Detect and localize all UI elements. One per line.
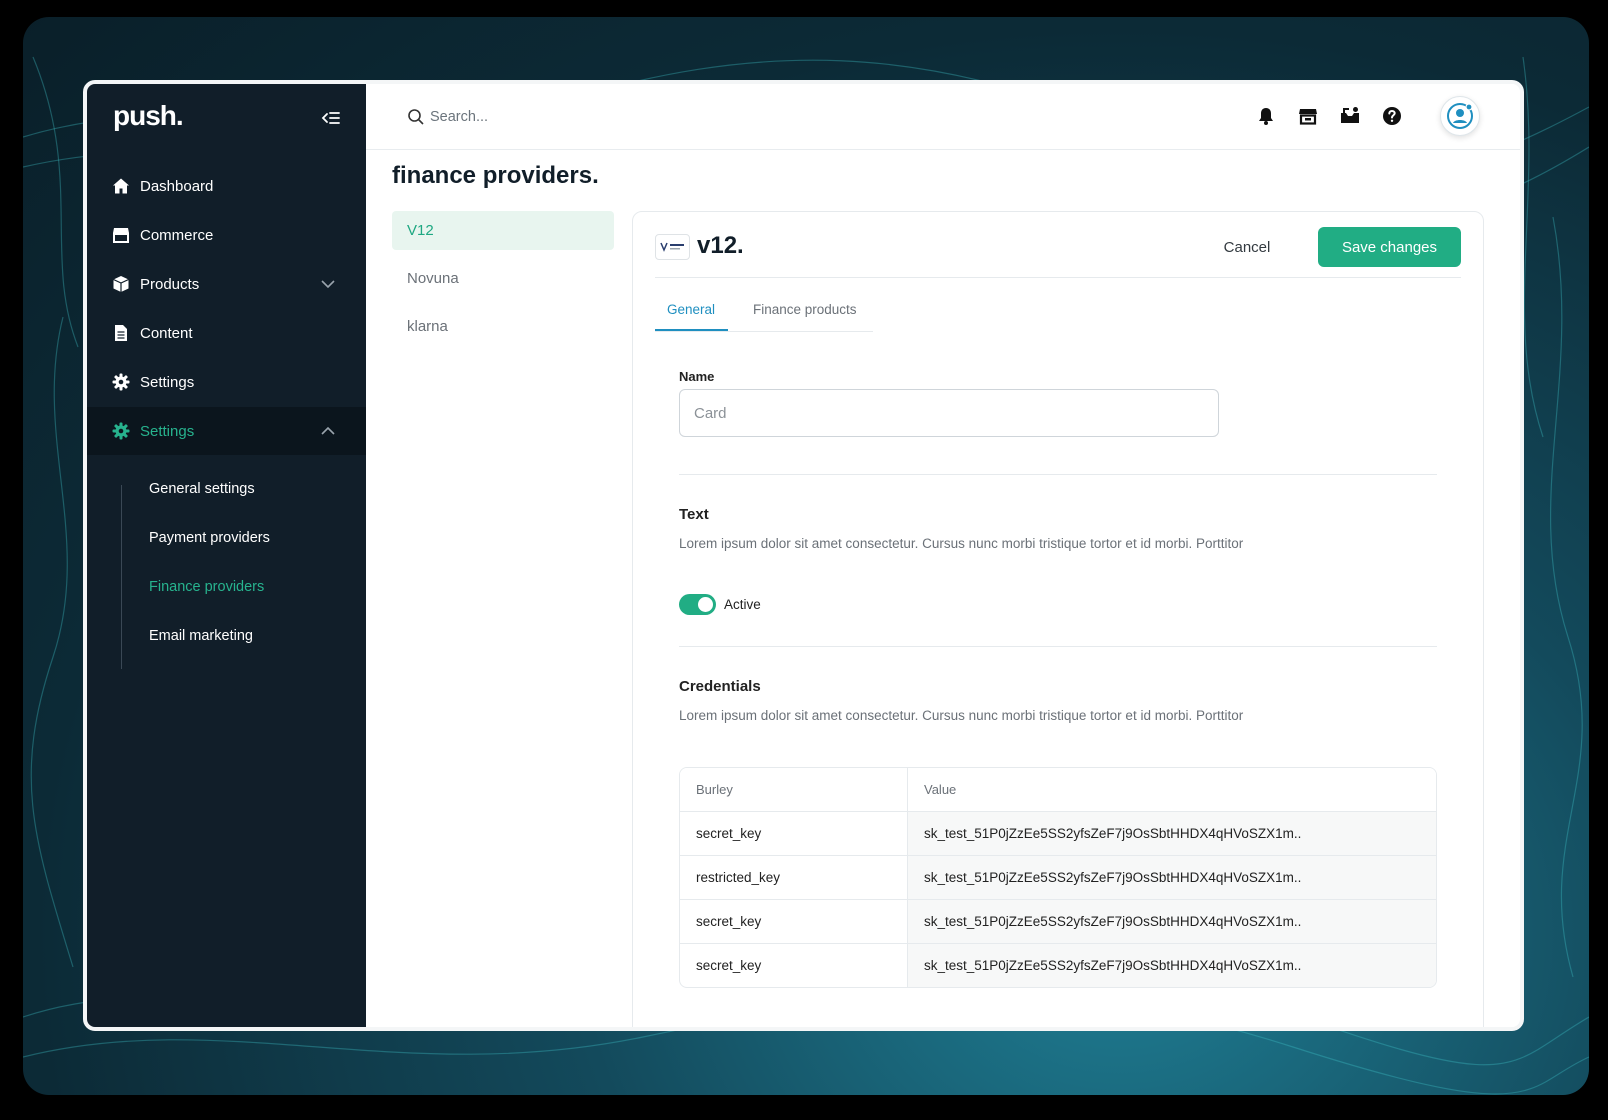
subnav-finance-providers[interactable]: Finance providers — [149, 579, 264, 595]
credentials-table: Burley Value secret_key sk_test_51P0jZzE… — [679, 767, 1437, 988]
nav-dashboard[interactable]: Dashboard — [87, 162, 366, 210]
credential-value: sk_test_51P0jZzEe5SS2yfsZeF7j9OsSbtHHDX4… — [908, 944, 1436, 987]
chevron-up-icon — [320, 423, 336, 439]
save-changes-button[interactable]: Save changes — [1318, 227, 1461, 267]
nav-label: Settings — [140, 373, 195, 391]
provider-detail-card: v12. Cancel Save changes General Finance… — [632, 211, 1484, 1027]
text-section-description: Lorem ipsum dolor sit amet consectetur. … — [679, 536, 1244, 551]
cancel-button[interactable]: Cancel — [1202, 227, 1292, 267]
active-toggle-label: Active — [724, 597, 761, 612]
name-label: Name — [679, 369, 715, 384]
header-divider — [655, 277, 1461, 278]
credential-key: secret_key — [680, 944, 908, 987]
section-divider — [679, 646, 1437, 647]
sidebar: push. Dashboard Commerce Products Conten… — [87, 84, 366, 1027]
table-row[interactable]: secret_key sk_test_51P0jZzEe5SS2yfsZeF7j… — [680, 899, 1436, 943]
nav-label: Content — [140, 324, 193, 342]
column-header-burley: Burley — [680, 768, 908, 811]
table-row[interactable]: secret_key sk_test_51P0jZzEe5SS2yfsZeF7j… — [680, 943, 1436, 987]
app-window: push. Dashboard Commerce Products Conten… — [83, 80, 1524, 1031]
gear-icon — [112, 373, 130, 391]
home-icon — [112, 177, 130, 195]
user-avatar-icon[interactable] — [1440, 96, 1480, 136]
page-title: finance providers. — [392, 162, 599, 189]
main-content: finance providers. V12 Novuna klarna v12… — [366, 84, 1520, 1027]
credential-value: sk_test_51P0jZzEe5SS2yfsZeF7j9OsSbtHHDX4… — [908, 856, 1436, 899]
nav-settings-expanded[interactable]: Settings — [87, 407, 366, 455]
store-icon — [112, 226, 130, 244]
nav-settings[interactable]: Settings — [87, 358, 366, 406]
store-icon[interactable] — [1296, 104, 1320, 128]
nav-products[interactable]: Products — [87, 260, 366, 308]
credential-value: sk_test_51P0jZzEe5SS2yfsZeF7j9OsSbtHHDX4… — [908, 900, 1436, 943]
nav-content[interactable]: Content — [87, 309, 366, 357]
top-bar — [366, 84, 1520, 150]
credential-key: secret_key — [680, 900, 908, 943]
search-icon — [407, 108, 425, 126]
push-logo: push. — [113, 100, 184, 131]
nav-label: Commerce — [140, 226, 214, 244]
tab-finance-products[interactable]: Finance products — [753, 302, 857, 317]
v12-logo — [655, 234, 690, 260]
active-tab-indicator — [655, 329, 728, 331]
provider-title: v12. — [697, 232, 744, 259]
document-icon — [112, 324, 130, 342]
table-header-row: Burley Value — [680, 768, 1436, 811]
table-row[interactable]: restricted_key sk_test_51P0jZzEe5SS2yfsZ… — [680, 855, 1436, 899]
provider-novuna[interactable]: Novuna — [392, 259, 614, 298]
credentials-description: Lorem ipsum dolor sit amet consectetur. … — [679, 708, 1244, 723]
subnav-divider — [121, 485, 122, 669]
nav-label: Settings — [140, 422, 195, 440]
chevron-down-icon — [320, 276, 336, 292]
column-header-value: Value — [908, 768, 1436, 811]
collapse-sidebar-icon[interactable] — [321, 110, 341, 126]
text-section-title: Text — [679, 506, 709, 523]
tab-general[interactable]: General — [667, 302, 715, 317]
gear-icon — [112, 422, 130, 440]
credential-value: sk_test_51P0jZzEe5SS2yfsZeF7j9OsSbtHHDX4… — [908, 812, 1436, 855]
credential-key: secret_key — [680, 812, 908, 855]
nav-label: Products — [140, 275, 200, 293]
toggle-knob — [698, 597, 713, 612]
table-row[interactable]: secret_key sk_test_51P0jZzEe5SS2yfsZeF7j… — [680, 811, 1436, 855]
active-toggle[interactable] — [679, 594, 716, 615]
provider-v12[interactable]: V12 — [392, 211, 614, 250]
nav-commerce[interactable]: Commerce — [87, 211, 366, 259]
subnav-email-marketing[interactable]: Email marketing — [149, 628, 253, 644]
name-input[interactable] — [679, 389, 1219, 437]
credential-key: restricted_key — [680, 856, 908, 899]
help-icon[interactable] — [1380, 104, 1404, 128]
box-icon — [112, 275, 130, 293]
subnav-payment-providers[interactable]: Payment providers — [149, 530, 270, 546]
inbox-icon[interactable] — [1338, 104, 1362, 128]
nav-label: Dashboard — [140, 177, 214, 195]
tabs-divider — [655, 331, 873, 332]
section-divider — [679, 474, 1437, 475]
credentials-title: Credentials — [679, 678, 761, 695]
bell-icon[interactable] — [1254, 104, 1278, 128]
search-input[interactable] — [430, 104, 830, 130]
subnav-general-settings[interactable]: General settings — [149, 481, 255, 497]
provider-klarna[interactable]: klarna — [392, 307, 614, 346]
